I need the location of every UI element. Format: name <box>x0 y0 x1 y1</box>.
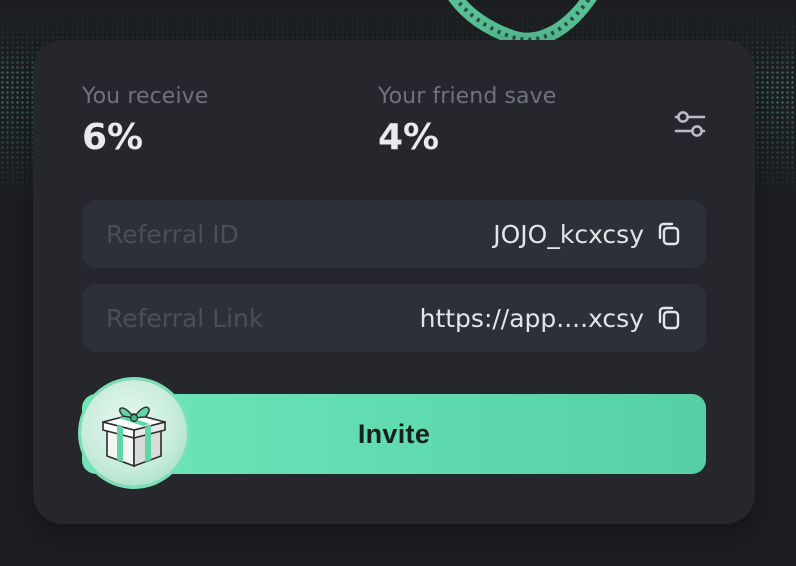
you-receive-stat: You receive 6% <box>82 84 208 158</box>
referral-link-field: Referral Link https://app....xcsy <box>82 284 706 352</box>
copy-icon <box>658 222 680 246</box>
referral-card: You receive 6% Your friend save 4% Refer… <box>33 40 755 524</box>
referral-link-label: Referral Link <box>106 303 264 333</box>
gift-icon <box>102 406 166 468</box>
copy-icon <box>658 306 680 330</box>
you-receive-value: 6% <box>82 117 144 158</box>
referral-id-field: Referral ID JOJO_kcxcsy <box>82 200 706 268</box>
sliders-icon <box>674 111 706 137</box>
settings-button[interactable] <box>671 106 709 142</box>
copy-referral-id-button[interactable] <box>656 221 682 247</box>
friend-save-stat: Your friend save 4% <box>378 84 556 158</box>
you-receive-label: You receive <box>82 84 209 109</box>
referral-id-label: Referral ID <box>106 219 239 249</box>
friend-save-label: Your friend save <box>378 84 557 109</box>
referral-screen: You receive 6% Your friend save 4% Refer… <box>0 0 796 566</box>
gift-badge <box>81 380 187 486</box>
referral-link-value: https://app....xcsy <box>419 303 644 333</box>
friend-save-value: 4% <box>378 117 440 158</box>
referral-id-value: JOJO_kcxcsy <box>493 219 644 249</box>
invite-label: Invite <box>357 418 431 449</box>
copy-referral-link-button[interactable] <box>656 305 682 331</box>
